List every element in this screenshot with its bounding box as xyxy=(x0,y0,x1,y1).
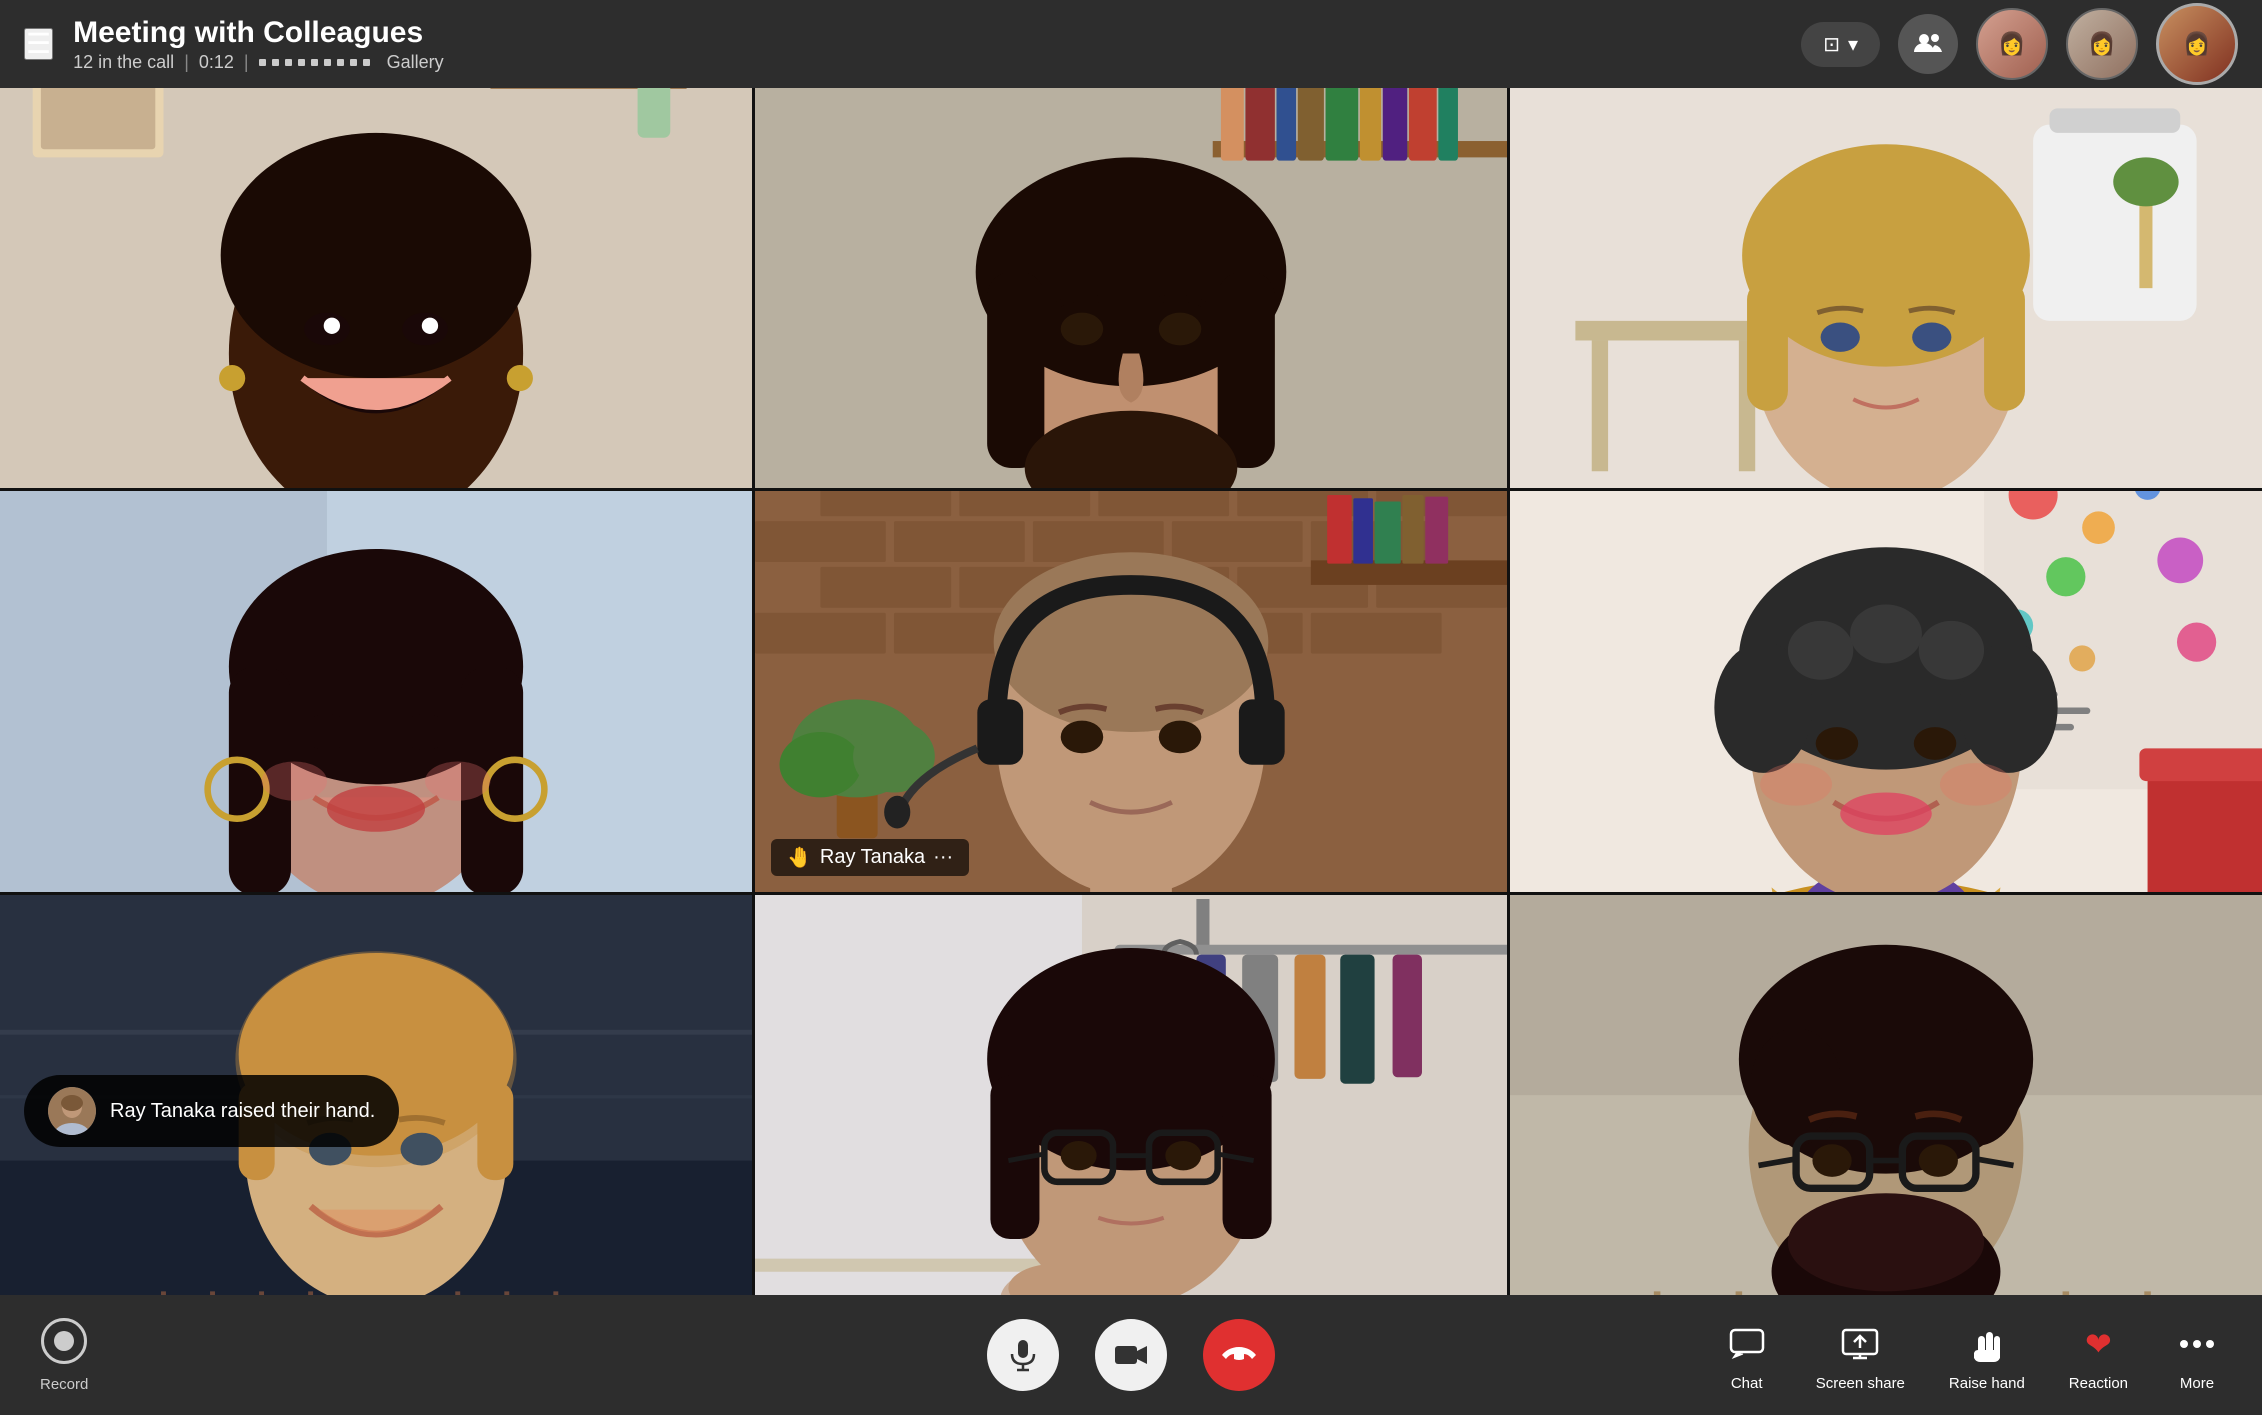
gallery-icon xyxy=(259,59,370,66)
screenshare-icon xyxy=(1841,1328,1879,1360)
video-icon xyxy=(1113,1337,1149,1373)
more-label: More xyxy=(2180,1375,2214,1392)
video-control xyxy=(1095,1319,1167,1391)
bottombar-center xyxy=(987,1319,1275,1391)
bottombar-left: Record xyxy=(40,1318,220,1393)
bottombar: Record xyxy=(0,1295,2262,1415)
screenshare-icon-box xyxy=(1835,1319,1885,1369)
meeting-info: Meeting with Colleagues 12 in the call |… xyxy=(73,16,444,73)
toast-notification: Ray Tanaka raised their hand. xyxy=(24,1075,399,1147)
name-badge-ray-tanaka: 🤚 Ray Tanaka ··· xyxy=(771,839,969,876)
record-dot-icon xyxy=(54,1331,74,1351)
hangup-button[interactable] xyxy=(1203,1319,1275,1391)
view-mode: Gallery xyxy=(259,52,444,73)
participants-icon xyxy=(1914,30,1942,58)
video-cell-8 xyxy=(755,895,1507,1295)
more-icon-box xyxy=(2172,1319,2222,1369)
avatar-2[interactable]: 👩 xyxy=(2066,8,2138,80)
chat-label: Chat xyxy=(1731,1375,1763,1392)
video-cell-1 xyxy=(0,88,752,488)
reaction-button[interactable]: ❤ Reaction xyxy=(2069,1319,2128,1392)
more-icon xyxy=(2179,1339,2215,1349)
video-cell-4 xyxy=(0,491,752,891)
reaction-icon-box: ❤ xyxy=(2073,1319,2123,1369)
video-cell-7: Ray Tanaka raised their hand. xyxy=(0,895,752,1295)
topbar-left: ☰ Meeting with Colleagues 12 in the call… xyxy=(24,16,1801,73)
meeting-title: Meeting with Colleagues xyxy=(73,16,444,50)
participants-button[interactable] xyxy=(1898,14,1958,74)
video-cell-3 xyxy=(1510,88,2262,488)
avatar-1[interactable]: 👩 xyxy=(1976,8,2048,80)
topbar-right: ⊡ ▾ 👩 👩 👩 xyxy=(1801,3,2238,85)
raisehand-button[interactable]: Raise hand xyxy=(1949,1319,2025,1392)
more-options-dots: ··· xyxy=(933,846,953,869)
reaction-label: Reaction xyxy=(2069,1375,2128,1392)
video-cell-6 xyxy=(1510,491,2262,891)
reaction-heart-icon: ❤ xyxy=(2085,1325,2112,1363)
view-chevron: ▾ xyxy=(1848,32,1858,57)
record-control[interactable]: Record xyxy=(40,1318,88,1393)
chat-icon xyxy=(1729,1328,1765,1360)
participant-name: Ray Tanaka xyxy=(820,846,925,869)
raised-hand-icon: 🤚 xyxy=(787,845,812,870)
topbar: ☰ Meeting with Colleagues 12 in the call… xyxy=(0,0,2262,88)
mic-icon xyxy=(1006,1338,1040,1372)
screenshare-label: Screen share xyxy=(1816,1375,1905,1392)
meeting-meta: 12 in the call | 0:12 | Gallery xyxy=(73,52,444,73)
chat-button[interactable]: Chat xyxy=(1722,1319,1772,1392)
video-cell-2 xyxy=(755,88,1507,488)
toast-avatar xyxy=(48,1087,96,1135)
record-circle xyxy=(41,1318,87,1364)
raisehand-label: Raise hand xyxy=(1949,1375,2025,1392)
screenshare-button[interactable]: Screen share xyxy=(1816,1319,1905,1392)
mic-button[interactable] xyxy=(987,1319,1059,1391)
bottombar-right: Chat Screen share xyxy=(1662,1319,2222,1392)
hangup-control xyxy=(1203,1319,1275,1391)
avatar-3[interactable]: 👩 xyxy=(2156,3,2238,85)
video-grid: 🤚 Ray Tanaka ··· xyxy=(0,88,2262,1295)
call-duration: 0:12 xyxy=(199,52,234,73)
video-cell-9 xyxy=(1510,895,2262,1295)
view-toggle-button[interactable]: ⊡ ▾ xyxy=(1801,22,1880,67)
toast-text: Ray Tanaka raised their hand. xyxy=(110,1100,375,1123)
more-button[interactable]: More xyxy=(2172,1319,2222,1392)
menu-button[interactable]: ☰ xyxy=(24,28,53,60)
chat-icon-box xyxy=(1722,1319,1772,1369)
record-label: Record xyxy=(40,1376,88,1393)
participants-count: 12 in the call xyxy=(73,52,174,73)
hangup-icon xyxy=(1221,1345,1257,1365)
video-cell-5-active: 🤚 Ray Tanaka ··· xyxy=(755,491,1507,891)
view-toggle-icon: ⊡ xyxy=(1823,32,1840,57)
video-button[interactable] xyxy=(1095,1319,1167,1391)
mic-control xyxy=(987,1319,1059,1391)
raisehand-icon-box xyxy=(1962,1319,2012,1369)
raisehand-icon xyxy=(1972,1326,2002,1362)
